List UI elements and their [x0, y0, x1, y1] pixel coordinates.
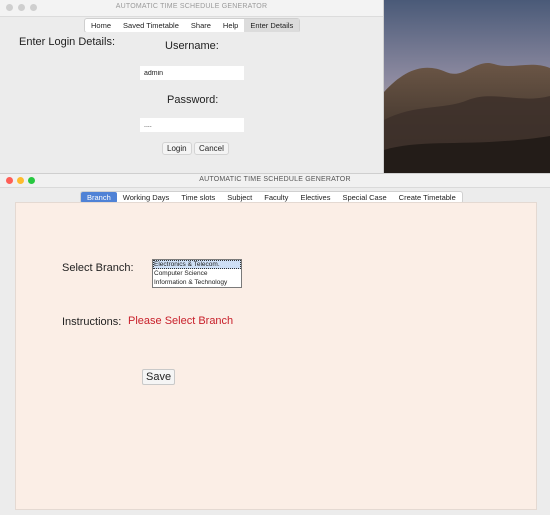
tab-share[interactable]: Share	[185, 19, 217, 32]
username-field[interactable]	[140, 66, 244, 80]
login-window-titlebar: AUTOMATIC TIME SCHEDULE GENERATOR	[0, 0, 383, 17]
branch-option[interactable]: Information & Technology	[153, 278, 241, 287]
tab-help[interactable]: Help	[217, 19, 244, 32]
login-tab-bar: Home Saved Timetable Share Help Enter De…	[84, 18, 301, 33]
save-button[interactable]: Save	[142, 369, 176, 385]
username-label: Username:	[165, 40, 219, 52]
login-heading: Enter Login Details:	[19, 36, 115, 48]
login-button[interactable]: Login	[162, 142, 192, 155]
main-window-titlebar: AUTOMATIC TIME SCHEDULE GENERATOR	[0, 174, 550, 188]
branch-listbox[interactable]: Electronics & Telecom. Computer Science …	[152, 259, 242, 288]
instructions-message: Please Select Branch	[128, 315, 234, 327]
window-title: AUTOMATIC TIME SCHEDULE GENERATOR	[199, 176, 351, 183]
tab-enter-details[interactable]: Enter Details	[244, 19, 300, 32]
password-label: Password:	[167, 94, 219, 106]
branch-panel: Select Branch: Electronics & Telecom. Co…	[15, 202, 537, 510]
tab-home[interactable]: Home	[85, 19, 117, 32]
password-field[interactable]	[140, 118, 244, 132]
window-title: AUTOMATIC TIME SCHEDULE GENERATOR	[115, 3, 268, 10]
cancel-button[interactable]: Cancel	[194, 142, 229, 155]
desktop-wallpaper	[384, 0, 550, 176]
instructions-label: Instructions:	[62, 316, 122, 328]
branch-option[interactable]: Electronics & Telecom.	[153, 260, 241, 269]
login-panel: Enter Login Details: Username: Password:…	[14, 32, 369, 172]
tab-saved-timetable[interactable]: Saved Timetable	[117, 19, 185, 32]
select-branch-label: Select Branch:	[62, 262, 134, 274]
login-window: AUTOMATIC TIME SCHEDULE GENERATOR Home S…	[0, 0, 384, 176]
branch-option[interactable]: Computer Science	[153, 269, 241, 278]
main-window: AUTOMATIC TIME SCHEDULE GENERATOR Branch…	[0, 173, 550, 515]
